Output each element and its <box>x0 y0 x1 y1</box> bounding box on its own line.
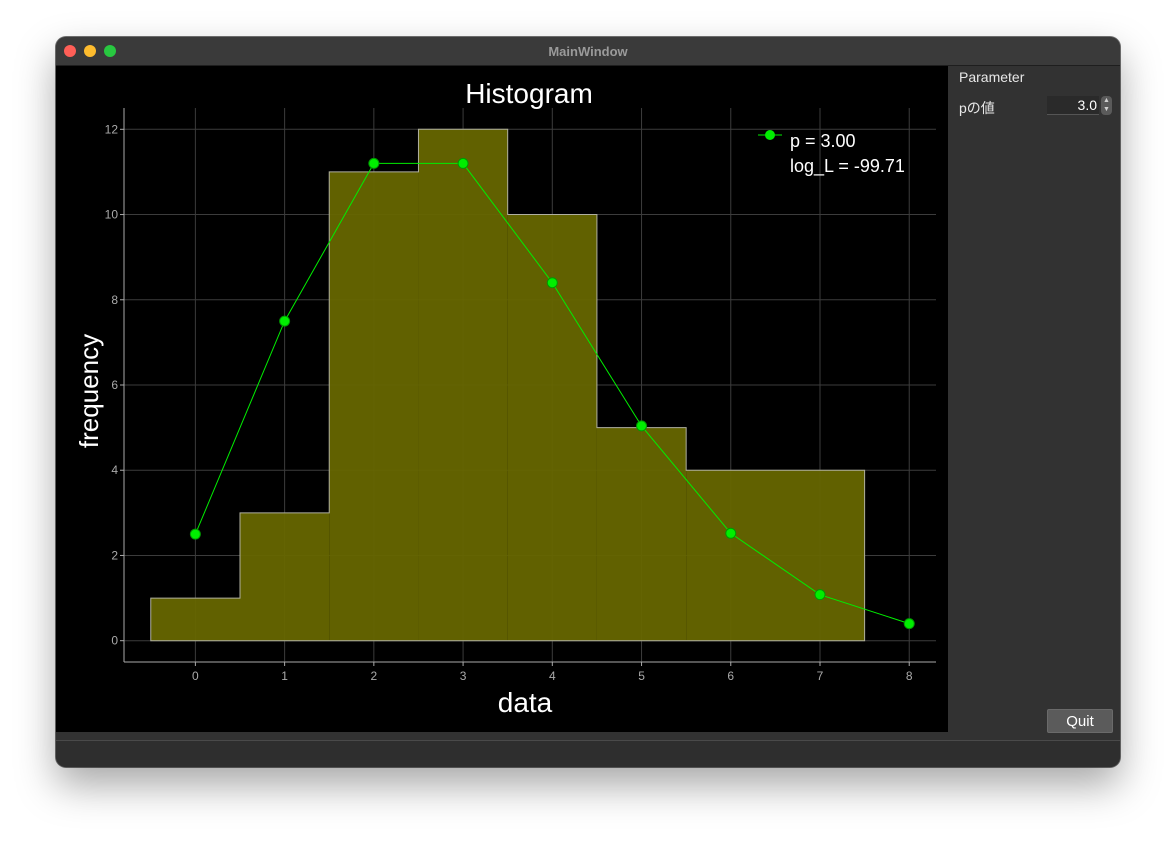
p-value-spinbox[interactable]: 3.0 ▲ ▼ <box>1047 96 1113 116</box>
y-tick-label: 2 <box>111 548 118 562</box>
data-point <box>189 528 201 540</box>
data-point <box>636 420 648 432</box>
y-tick-label: 0 <box>111 634 118 648</box>
data-point <box>903 618 915 630</box>
x-axis-label: data <box>498 687 553 718</box>
histogram-bar <box>240 512 330 641</box>
x-tick-label: 5 <box>638 669 645 683</box>
histogram-bar <box>150 598 240 641</box>
legend-marker <box>765 130 775 140</box>
histogram-bar <box>686 470 865 641</box>
x-tick-label: 4 <box>549 669 556 683</box>
x-tick-label: 0 <box>192 669 199 683</box>
x-tick-label: 2 <box>371 669 378 683</box>
p-value-label: pの値 <box>959 100 995 116</box>
data-point <box>546 277 558 289</box>
legend-loglik-text: log_L = -99.71 <box>790 156 905 177</box>
status-bar <box>56 740 1120 767</box>
histogram-bar <box>418 129 508 641</box>
window-title: MainWindow <box>548 44 628 59</box>
histogram-bar <box>329 171 419 641</box>
x-tick-label: 1 <box>281 669 288 683</box>
y-tick-label: 10 <box>105 208 119 222</box>
data-point <box>814 589 826 601</box>
histogram-plot: 0 1 2 3 4 5 6 7 8 0 2 4 6 8 10 12 Histogram data freque… <box>56 66 948 732</box>
x-tick-label: 7 <box>817 669 824 683</box>
y-axis-label: frequency <box>74 334 104 448</box>
legend-p-text: p = 3.00 <box>790 131 856 151</box>
data-point <box>279 315 291 327</box>
spin-up-icon[interactable]: ▲ <box>1101 96 1112 105</box>
chart-title: Histogram <box>465 78 593 109</box>
data-point <box>457 157 469 169</box>
parameter-group-title: Parameter <box>959 69 1025 85</box>
x-tick-label: 3 <box>460 669 467 683</box>
legend: p = 3.00 log_L = -99.71 <box>758 130 905 177</box>
y-tick-label: 6 <box>111 378 118 392</box>
chart-svg: 0 1 2 3 4 5 6 7 8024681012 Histogram data freque… <box>74 78 936 718</box>
y-tick-label: 4 <box>111 463 118 477</box>
histogram-bar <box>596 427 687 641</box>
main-window: MainWindow 0 1 2 3 4 5 6 7 8 0 2 4 6 8 10 12 Histogram … <box>56 37 1120 767</box>
quit-button[interactable]: Quit <box>1047 709 1113 733</box>
x-tick-label: 8 <box>906 669 913 683</box>
x-tick-label: 6 <box>727 669 734 683</box>
data-point <box>725 527 737 539</box>
parameter-panel: Parameter pの値 3.0 ▲ ▼ Quit <box>949 66 1120 739</box>
title-bar[interactable]: MainWindow <box>56 37 1120 66</box>
spin-arrows[interactable]: ▲ ▼ <box>1101 96 1112 115</box>
spin-down-icon[interactable]: ▼ <box>1101 105 1112 114</box>
y-tick-label: 12 <box>105 122 119 136</box>
data-point <box>368 157 380 169</box>
y-tick-label: 8 <box>111 293 118 307</box>
p-value-field[interactable]: 3.0 <box>1047 96 1099 115</box>
